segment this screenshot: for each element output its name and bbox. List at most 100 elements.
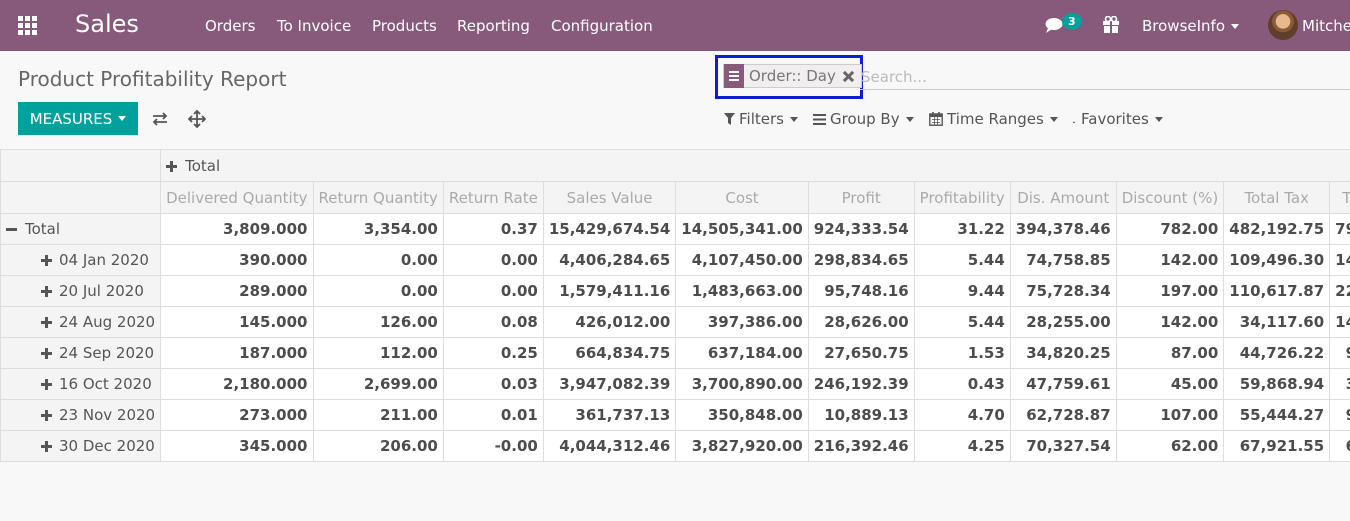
table-cell[interactable]: 361,737.13 bbox=[542, 399, 677, 431]
table-cell[interactable]: 145.000 bbox=[160, 306, 314, 338]
table-cell[interactable]: 59,868.94 bbox=[1223, 368, 1331, 400]
expand-all-icon[interactable] bbox=[188, 110, 206, 128]
table-cell[interactable]: 28,626.00 bbox=[807, 306, 915, 338]
table-cell[interactable]: 95,748.16 bbox=[807, 275, 915, 307]
table-cell[interactable]: 246,192.39 bbox=[807, 368, 915, 400]
table-cell[interactable]: 0.01 bbox=[442, 399, 544, 431]
table-cell[interactable]: 15,429,674.54 bbox=[542, 213, 677, 245]
company-switcher[interactable]: BrowseInfo bbox=[1142, 17, 1240, 35]
table-cell[interactable]: 3,827,920.00 bbox=[675, 430, 809, 462]
table-cell[interactable]: 1,483,663.00 bbox=[675, 275, 809, 307]
table-cell[interactable]: 782.00 bbox=[1115, 213, 1225, 245]
table-cell[interactable]: 664,834.75 bbox=[542, 337, 677, 369]
table-cell[interactable]: 289.000 bbox=[160, 275, 314, 307]
measure-header[interactable]: Delivered Quantity bbox=[160, 181, 314, 214]
table-cell[interactable]: 75,728.34 bbox=[1009, 275, 1117, 307]
table-cell[interactable]: 34,117.60 bbox=[1223, 306, 1331, 338]
row-header[interactable]: 04 Jan 2020 bbox=[0, 244, 162, 276]
menu-configuration[interactable]: Configuration bbox=[551, 17, 653, 35]
row-header[interactable]: 24 Aug 2020 bbox=[0, 306, 162, 338]
table-cell[interactable]: 126.00 bbox=[312, 306, 444, 338]
search-facet[interactable]: Order:: Day bbox=[723, 63, 862, 88]
table-cell[interactable]: 924,333.54 bbox=[807, 213, 915, 245]
table-cell[interactable]: 2,180.000 bbox=[160, 368, 314, 400]
table-cell[interactable]: 74,758.85 bbox=[1009, 244, 1117, 276]
table-cell[interactable]: 31.22 bbox=[913, 213, 1011, 245]
table-cell[interactable]: 206.00 bbox=[312, 430, 444, 462]
row-header[interactable]: 20 Jul 2020 bbox=[0, 275, 162, 307]
table-cell[interactable]: 799.45 bbox=[1329, 213, 1350, 245]
table-cell[interactable]: 273.000 bbox=[160, 399, 314, 431]
table-cell[interactable]: 142.11 bbox=[1329, 244, 1350, 276]
menu-to-invoice[interactable]: To Invoice bbox=[277, 17, 351, 35]
measure-header[interactable]: Sales Value bbox=[542, 181, 677, 214]
group-by-dropdown[interactable]: Group By bbox=[813, 110, 914, 128]
row-header[interactable]: 30 Dec 2020 bbox=[0, 430, 162, 462]
minus-icon[interactable] bbox=[6, 224, 17, 235]
measure-header[interactable]: Discount (%) bbox=[1115, 181, 1225, 214]
table-cell[interactable]: 2,699.00 bbox=[312, 368, 444, 400]
table-cell[interactable]: 1.53 bbox=[913, 337, 1011, 369]
table-cell[interactable]: 220.67 bbox=[1329, 275, 1350, 307]
table-cell[interactable]: 390.000 bbox=[160, 244, 314, 276]
plus-icon[interactable] bbox=[41, 379, 52, 390]
column-group-header[interactable]: Total bbox=[160, 149, 1350, 182]
avatar[interactable] bbox=[1268, 10, 1298, 40]
table-cell[interactable]: 9.44 bbox=[913, 275, 1011, 307]
close-icon[interactable] bbox=[842, 70, 855, 83]
plus-icon[interactable] bbox=[41, 410, 52, 421]
table-cell[interactable]: 142.00 bbox=[1115, 244, 1225, 276]
table-cell[interactable]: 211.00 bbox=[312, 399, 444, 431]
table-cell[interactable]: 37.99 bbox=[1329, 368, 1350, 400]
filters-dropdown[interactable]: Filters bbox=[724, 110, 798, 128]
table-cell[interactable]: 95.79 bbox=[1329, 337, 1350, 369]
plus-icon[interactable] bbox=[166, 160, 178, 172]
table-cell[interactable]: 4,406,284.65 bbox=[542, 244, 677, 276]
row-header[interactable]: 16 Oct 2020 bbox=[0, 368, 162, 400]
table-cell[interactable]: 107.00 bbox=[1115, 399, 1225, 431]
plus-icon[interactable] bbox=[41, 441, 52, 452]
user-name[interactable]: Mitche bbox=[1302, 17, 1350, 35]
table-cell[interactable]: 70,327.54 bbox=[1009, 430, 1117, 462]
row-header[interactable]: 23 Nov 2020 bbox=[0, 399, 162, 431]
app-name[interactable]: Sales bbox=[75, 10, 139, 38]
table-cell[interactable]: 4.70 bbox=[913, 399, 1011, 431]
table-cell[interactable]: 109,496.30 bbox=[1223, 244, 1331, 276]
measure-header[interactable]: Total Tax bbox=[1223, 181, 1331, 214]
plus-icon[interactable] bbox=[41, 348, 52, 359]
table-cell[interactable]: 3,809.000 bbox=[160, 213, 314, 245]
search-input[interactable] bbox=[860, 64, 1350, 90]
measures-button[interactable]: MEASURES bbox=[18, 102, 138, 135]
menu-products[interactable]: Products bbox=[372, 17, 437, 35]
measure-header[interactable]: Profit bbox=[807, 181, 915, 214]
table-cell[interactable]: 45.00 bbox=[1115, 368, 1225, 400]
chat-icon[interactable] bbox=[1045, 17, 1063, 33]
plus-icon[interactable] bbox=[41, 317, 52, 328]
table-cell[interactable]: 4.25 bbox=[913, 430, 1011, 462]
table-cell[interactable]: 62.00 bbox=[1115, 430, 1225, 462]
menu-reporting[interactable]: Reporting bbox=[457, 17, 530, 35]
table-cell[interactable]: 142.00 bbox=[1115, 306, 1225, 338]
table-cell[interactable]: 4,044,312.46 bbox=[542, 430, 677, 462]
table-cell[interactable]: 4,107,450.00 bbox=[675, 244, 809, 276]
table-cell[interactable]: 0.03 bbox=[442, 368, 544, 400]
table-cell[interactable]: 34,820.25 bbox=[1009, 337, 1117, 369]
table-cell[interactable]: 142.11 bbox=[1329, 306, 1350, 338]
table-cell[interactable]: 67.79 bbox=[1329, 430, 1350, 462]
table-cell[interactable]: -0.00 bbox=[442, 430, 544, 462]
table-cell[interactable]: 637,184.00 bbox=[675, 337, 809, 369]
measure-header[interactable]: Tax % bbox=[1329, 181, 1350, 214]
table-cell[interactable]: 397,386.00 bbox=[675, 306, 809, 338]
table-cell[interactable]: 5.44 bbox=[913, 306, 1011, 338]
table-cell[interactable]: 197.00 bbox=[1115, 275, 1225, 307]
table-cell[interactable]: 27,650.75 bbox=[807, 337, 915, 369]
table-cell[interactable]: 92.99 bbox=[1329, 399, 1350, 431]
time-ranges-dropdown[interactable]: Time Ranges bbox=[929, 110, 1058, 128]
table-cell[interactable]: 216,392.46 bbox=[807, 430, 915, 462]
table-cell[interactable]: 62,728.87 bbox=[1009, 399, 1117, 431]
table-cell[interactable]: 3,947,082.39 bbox=[542, 368, 677, 400]
table-cell[interactable]: 10,889.13 bbox=[807, 399, 915, 431]
plus-icon[interactable] bbox=[41, 286, 52, 297]
table-cell[interactable]: 112.00 bbox=[312, 337, 444, 369]
table-cell[interactable]: 298,834.65 bbox=[807, 244, 915, 276]
